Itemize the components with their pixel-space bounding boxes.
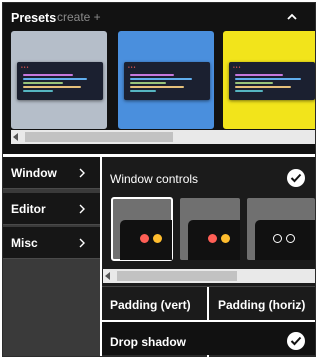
drop-shadow-checkbox[interactable]: [287, 332, 305, 350]
close-dot: [140, 234, 149, 243]
window-preview: [120, 220, 172, 260]
window-dots-icon: ●●●: [21, 65, 30, 69]
window-preview: [255, 220, 315, 260]
preset-thumbnail[interactable]: ●●●: [11, 31, 107, 129]
preset-thumbnails: ●●● ●●● ●●●: [11, 31, 315, 129]
preset-thumbnail[interactable]: ●●●: [223, 31, 315, 129]
chevron-right-icon: [79, 204, 85, 214]
close-dot: [273, 234, 282, 243]
window-controls-checkbox[interactable]: [287, 169, 305, 187]
chevron-right-icon: [79, 168, 85, 178]
settings-sidebar: Window Editor Misc: [3, 157, 100, 356]
chevron-up-icon[interactable]: [285, 11, 299, 23]
drop-shadow-title: Drop shadow: [110, 335, 187, 349]
sidebar-item-label: Misc: [11, 236, 38, 250]
window-control-option-colored[interactable]: [111, 197, 173, 261]
close-dot: [208, 234, 217, 243]
checkmark-icon: [290, 173, 302, 183]
presets-section: Presets create + ●●● ●●● ●●●: [3, 3, 315, 153]
chevron-right-icon: [79, 238, 85, 248]
minimize-dot: [153, 234, 162, 243]
sidebar-item-label: Editor: [11, 202, 46, 216]
preset-thumbnail[interactable]: ●●●: [118, 31, 214, 129]
window-controls-title: Window controls: [110, 172, 199, 186]
window-control-option-outline[interactable]: [247, 198, 315, 260]
padding-vert-button[interactable]: Padding (vert): [110, 287, 191, 320]
scrollbar-thumb[interactable]: [25, 132, 173, 142]
settings-panel: Presets create + ●●● ●●● ●●● Window Edit…: [2, 2, 316, 357]
code-preview: ●●●: [17, 62, 103, 100]
window-preview: [188, 220, 240, 260]
scrollbar-thumb[interactable]: [117, 271, 237, 281]
window-dots-icon: ●●●: [128, 65, 137, 69]
scroll-left-icon[interactable]: [13, 133, 18, 141]
minimize-dot: [286, 234, 295, 243]
sidebar-item-label: Window: [11, 166, 57, 180]
sidebar-item-window[interactable]: Window: [3, 157, 100, 189]
presets-title: Presets: [11, 11, 57, 25]
code-preview: ●●●: [124, 62, 210, 100]
scroll-left-icon[interactable]: [105, 272, 110, 280]
drop-shadow-row[interactable]: Drop shadow: [102, 320, 315, 357]
padding-horiz-button[interactable]: Padding (horiz): [218, 287, 305, 320]
divider: [207, 287, 209, 321]
checkmark-icon: [290, 336, 302, 346]
minimize-dot: [221, 234, 230, 243]
padding-row: Padding (vert) Padding (horiz): [102, 286, 315, 321]
sidebar-item-misc[interactable]: Misc: [3, 227, 100, 259]
window-dots-icon: ●●●: [233, 65, 242, 69]
presets-scrollbar[interactable]: [11, 130, 315, 144]
window-control-option-colored-alt[interactable]: [180, 198, 240, 260]
create-preset-button[interactable]: create +: [57, 10, 101, 24]
code-preview: ●●●: [229, 62, 315, 100]
window-controls-scrollbar[interactable]: [103, 269, 315, 283]
presets-header[interactable]: Presets create +: [3, 3, 315, 31]
window-settings-panel: Window controls Padding (vert) Padding (…: [102, 157, 315, 357]
sidebar-item-editor[interactable]: Editor: [3, 193, 100, 225]
